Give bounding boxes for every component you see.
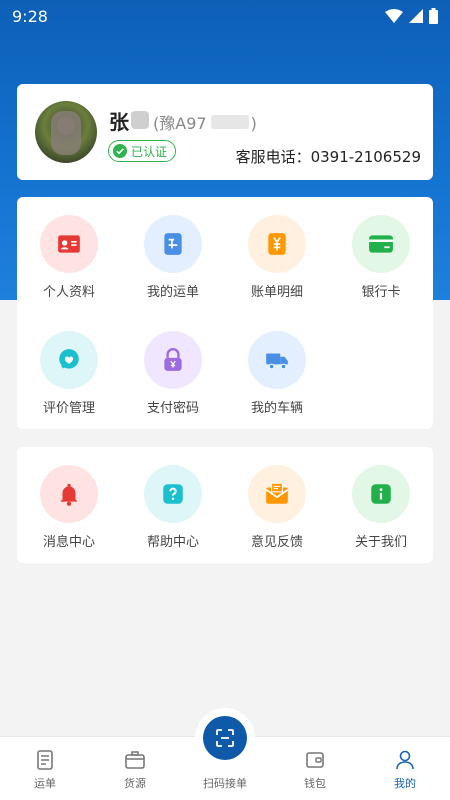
tab-cargo[interactable]: 货源	[90, 737, 180, 800]
wallet-tab-icon	[306, 752, 324, 768]
waybill-tab-icon	[37, 750, 53, 770]
plate-redaction	[210, 115, 249, 129]
support-menu-card: 消息中心 帮助中心 意见反馈 关于我们	[17, 447, 433, 563]
scan-icon	[216, 729, 234, 747]
id-card-icon	[40, 215, 98, 273]
menu-item-label: 消息中心	[42, 535, 95, 550]
verified-label: 已认证	[131, 144, 168, 159]
menu-item-id-card[interactable]: 个人资料	[17, 215, 121, 300]
menu-item-label: 我的运单	[146, 285, 199, 300]
tab-profile[interactable]: 我的	[360, 737, 450, 800]
menu-item-label: 支付密码	[146, 401, 199, 416]
profile-tab-icon	[396, 750, 414, 770]
signal-icon	[409, 9, 423, 23]
menu-item-help[interactable]: 帮助中心	[121, 465, 225, 550]
menu-item-label: 意见反馈	[250, 535, 303, 550]
menu-item-info[interactable]: 关于我们	[329, 465, 433, 550]
bill-icon	[248, 215, 306, 273]
tab-waybill[interactable]: 运单	[0, 737, 90, 800]
scan-button[interactable]	[203, 716, 247, 760]
menu-item-truck[interactable]: 我的车辆	[225, 331, 329, 416]
menu-item-label: 帮助中心	[146, 535, 199, 550]
wifi-icon	[385, 9, 403, 23]
info-icon	[352, 465, 410, 523]
status-bar: 9:28	[0, 0, 450, 32]
menu-item-label: 银行卡	[361, 285, 401, 300]
verified-check-icon	[113, 144, 127, 158]
plate-number: (豫A97	[153, 114, 207, 133]
plate-number-close: )	[250, 114, 257, 133]
menu-item-label: 关于我们	[354, 535, 407, 550]
profile-card[interactable]: 张 (豫A97 ) 已认证 客服电话：0391-2106529	[17, 84, 433, 180]
menu-item-lock[interactable]: 支付密码	[121, 331, 225, 416]
menu-item-bank-card[interactable]: 银行卡	[329, 215, 433, 300]
menu-item-waybill[interactable]: 我的运单	[121, 215, 225, 300]
name-redaction	[131, 111, 149, 129]
account-menu-card: 个人资料 我的运单 账单明细 银行卡评价管理 支付密码 我的车辆	[17, 197, 433, 429]
verified-badge: 已认证	[108, 140, 177, 162]
avatar[interactable]	[35, 101, 97, 163]
comment-icon	[40, 331, 98, 389]
menu-item-bell[interactable]: 消息中心	[17, 465, 121, 550]
menu-item-label: 账单明细	[250, 285, 303, 300]
menu-item-label: 评价管理	[42, 401, 95, 416]
help-icon	[144, 465, 202, 523]
cargo-tab-icon	[125, 751, 145, 769]
battery-icon	[429, 8, 438, 24]
bell-icon	[40, 465, 98, 523]
user-name: 张	[109, 110, 129, 134]
service-phone[interactable]: 客服电话：0391-2106529	[236, 146, 421, 167]
tab-wallet[interactable]: 钱包	[270, 737, 360, 800]
menu-item-label: 我的车辆	[250, 401, 303, 416]
bank-card-icon	[352, 215, 410, 273]
feedback-mail-icon	[248, 465, 306, 523]
waybill-icon	[144, 215, 202, 273]
menu-item-bill[interactable]: 账单明细	[225, 215, 329, 300]
truck-icon	[248, 331, 306, 389]
status-time: 9:28	[12, 6, 48, 26]
lock-icon	[144, 331, 202, 389]
menu-item-comment[interactable]: 评价管理	[17, 331, 121, 416]
menu-item-label: 个人资料	[42, 285, 95, 300]
menu-item-feedback-mail[interactable]: 意见反馈	[225, 465, 329, 550]
